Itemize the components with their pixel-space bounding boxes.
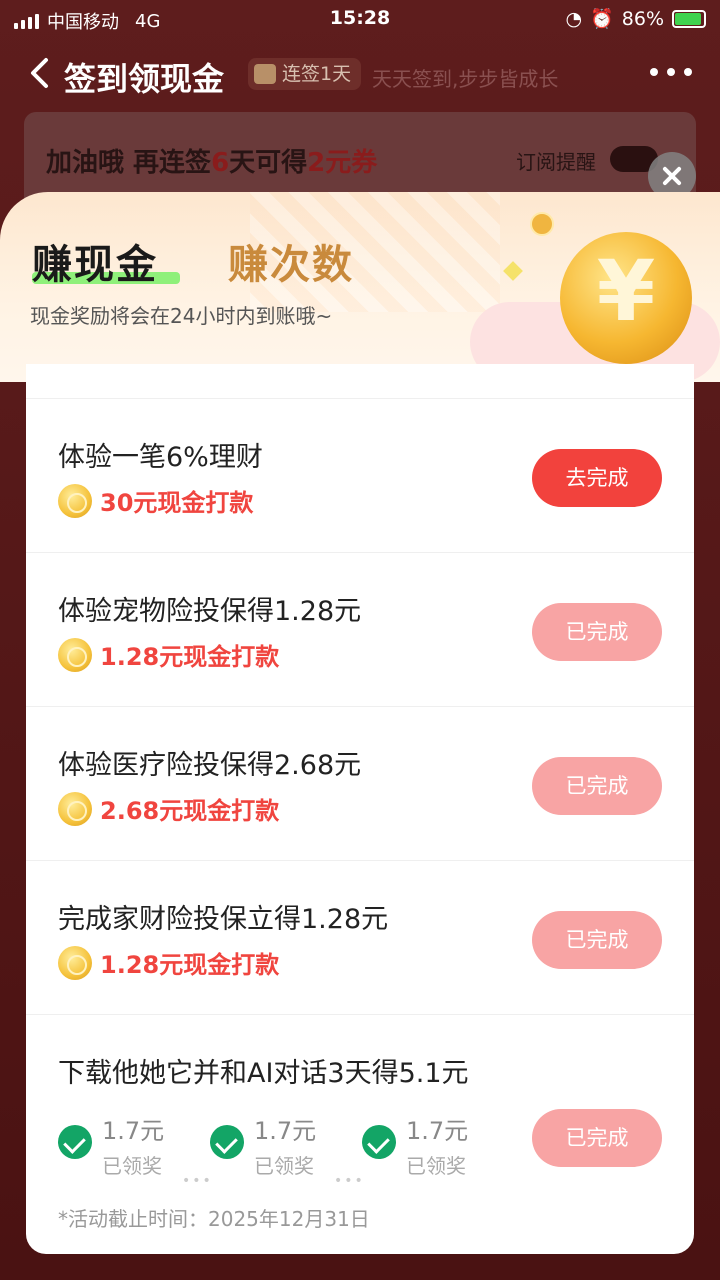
task-reward: 2.68元现金打款 <box>58 791 279 826</box>
task-item: 体验一笔6%理财 30元现金打款 去完成 <box>26 398 694 552</box>
subscribe-label: 订阅提醒 <box>516 150 596 174</box>
check-icon <box>58 1125 92 1159</box>
coin-icon <box>58 945 92 980</box>
check-icon <box>362 1125 396 1159</box>
step-label: 已领奖 <box>254 1154 314 1178</box>
back-arrow-icon[interactable] <box>24 56 58 90</box>
step-item: 1.7元已领奖 <box>210 1111 362 1179</box>
task-done-button[interactable]: 已完成 <box>532 757 662 815</box>
task-item: 体验宠物险投保得1.28元 1.28元现金打款 已完成 <box>26 552 694 706</box>
task-done-button[interactable]: 已完成 <box>532 911 662 969</box>
task-title: 体验一笔6%理财 <box>58 442 263 473</box>
task-title: 完成家财险投保立得1.28元 <box>58 904 389 935</box>
checkin-amount: 2元券 <box>307 148 378 178</box>
nav-slogan: 天天签到,步步皆成长 <box>372 67 559 91</box>
task-done-button[interactable]: 已完成 <box>532 603 662 661</box>
checkin-text-prefix: 加油哦 再连签 <box>46 148 212 178</box>
coin-icon <box>58 483 92 518</box>
step-label: 已领奖 <box>406 1154 466 1178</box>
sheet-header: 赚现金 赚次数 现金奖励将会在24小时内到账哦~ ¥ <box>0 192 720 382</box>
sheet-tip: 现金奖励将会在24小时内到账哦~ <box>30 304 333 328</box>
checkin-text-mid: 天可得 <box>229 148 308 178</box>
task-reward: 1.28元现金打款 <box>58 637 279 672</box>
task-list: 体验一笔6%理财 30元现金打款 去完成 体验宠物险投保得1.28元 1.28元… <box>26 364 694 1254</box>
streak-icon <box>254 64 276 84</box>
task-reward-text: 1.28元现金打款 <box>100 951 280 979</box>
task-reward: 1.28元现金打款 <box>58 945 279 980</box>
step-label: 已领奖 <box>102 1154 162 1178</box>
tab-earn-count[interactable]: 赚次数 <box>228 232 354 290</box>
step-amount: 1.7元 <box>406 1117 469 1145</box>
yen-coin-icon: ¥ <box>560 232 692 364</box>
status-bar: 中国移动 4G 15:28 ◔ ⏰ 86% <box>0 0 720 38</box>
more-icon[interactable] <box>650 68 692 76</box>
complete-task-button[interactable]: 去完成 <box>532 449 662 507</box>
streak-badge: 连签1天 <box>248 58 362 90</box>
checkin-days: 6 <box>211 148 230 178</box>
check-icon <box>210 1125 244 1159</box>
task-reward-text: 30元现金打款 <box>100 489 254 517</box>
task-title: 下载他她它并和AI对话3天得5.1元 <box>58 1058 469 1089</box>
sparkle-icon <box>503 261 523 281</box>
deadline-text: *活动截止时间：2025年12月31日 <box>58 1207 370 1231</box>
task-reward-text: 2.68元现金打款 <box>100 797 280 825</box>
task-reward: 30元现金打款 <box>58 483 253 518</box>
alarm-icon: ⏰ <box>590 8 614 30</box>
battery-icon <box>672 9 706 28</box>
checkin-progress-text: 加油哦 再连签6天可得2元券 <box>46 142 377 179</box>
coin-icon <box>58 637 92 672</box>
nav-bar: 签到领现金 连签1天 天天签到,步步皆成长 <box>0 44 720 104</box>
step-progress: 1.7元 已领奖 ••• 1.7元 已领奖 ••• 1.7元 已领奖 <box>58 1111 514 1189</box>
small-coin-icon <box>530 212 554 236</box>
coin-icon <box>58 791 92 826</box>
step-item: 1.7元已领奖 <box>362 1111 514 1179</box>
reward-sheet: 赚现金 赚次数 现金奖励将会在24小时内到账哦~ ¥ 体验一笔6%理财 30元现… <box>0 192 720 1280</box>
tab-earn-cash[interactable]: 赚现金 <box>32 232 158 290</box>
battery-fill <box>675 12 701 25</box>
lock-rotation-icon: ◔ <box>565 7 583 30</box>
page-title: 签到领现金 <box>64 60 225 98</box>
streak-label: 连签1天 <box>282 63 352 85</box>
step-amount: 1.7元 <box>102 1117 165 1145</box>
task-item: 下载他她它并和AI对话3天得5.1元 1.7元 已领奖 ••• 1.7元 已领奖 •… <box>26 1014 694 1254</box>
battery-percent: 86% <box>621 7 664 30</box>
task-reward-text: 1.28元现金打款 <box>100 643 280 671</box>
task-item: 完成家财险投保立得1.28元 1.28元现金打款 已完成 <box>26 860 694 1014</box>
task-done-button[interactable]: 已完成 <box>532 1109 662 1167</box>
task-title: 体验宠物险投保得1.28元 <box>58 596 362 627</box>
step-amount: 1.7元 <box>254 1117 317 1145</box>
task-title: 体验医疗险投保得2.68元 <box>58 750 362 781</box>
step-item: 1.7元已领奖 <box>58 1111 210 1179</box>
task-item: 体验医疗险投保得2.68元 2.68元现金打款 已完成 <box>26 706 694 860</box>
